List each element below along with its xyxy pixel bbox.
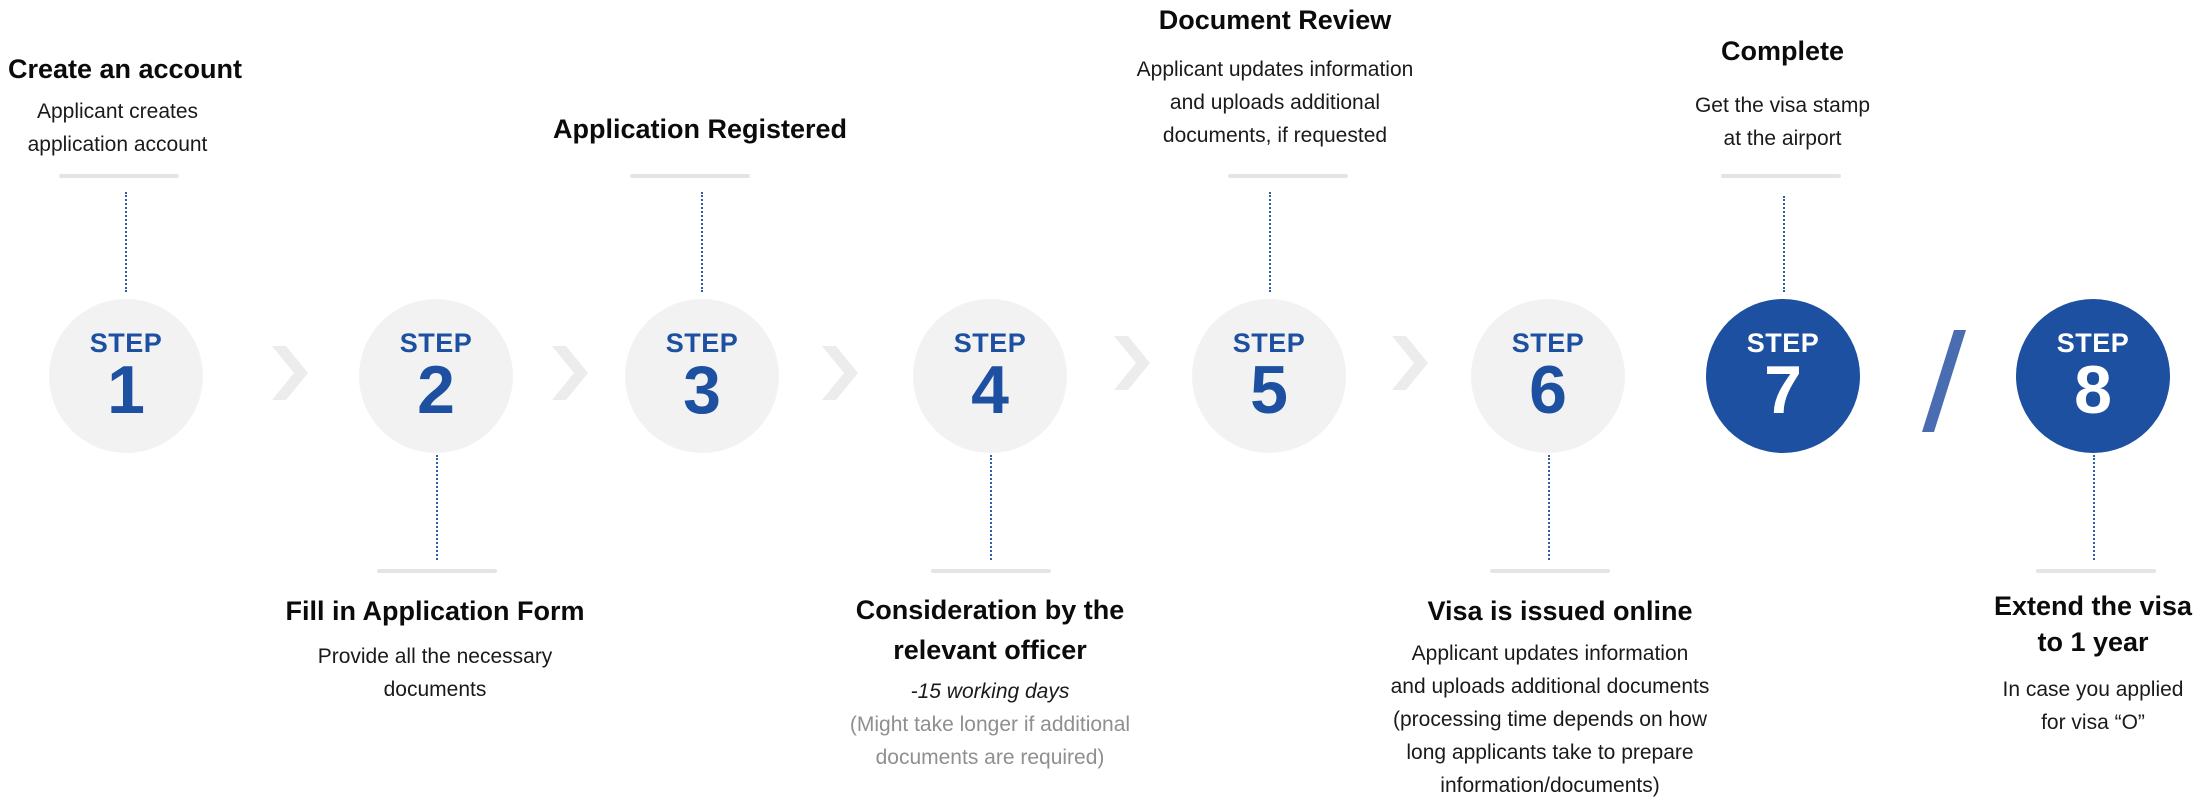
step-number: 1 bbox=[107, 352, 145, 428]
step-5-description-line: Applicant updates information bbox=[1136, 58, 1414, 81]
step-circle-8: STEP 8 bbox=[2016, 299, 2170, 453]
step-number: 3 bbox=[683, 352, 721, 428]
step-circle-2: STEP 2 bbox=[359, 299, 513, 453]
connector-bar-step-6 bbox=[1490, 569, 1610, 573]
chevron-right-icon bbox=[1114, 336, 1150, 390]
step-7-description-line: at the airport bbox=[1723, 127, 1842, 150]
step-1-title: Create an account bbox=[7, 54, 243, 84]
chevron-right-icon bbox=[272, 346, 308, 400]
step-number: 7 bbox=[1764, 352, 1802, 428]
step-8-description-line: for visa “O” bbox=[2041, 711, 2145, 734]
connector-bar-step-5 bbox=[1228, 174, 1348, 178]
step-circle-7: STEP 7 bbox=[1706, 299, 1860, 453]
connector-line-step-3 bbox=[701, 192, 703, 292]
step-5-description: Applicant updates information and upload… bbox=[1105, 53, 1445, 152]
step-6-description: Applicant updates information and upload… bbox=[1370, 637, 1730, 802]
connector-bar-step-7 bbox=[1721, 174, 1841, 178]
step-2-description-line: Provide all the necessary bbox=[317, 645, 553, 668]
step-number: 2 bbox=[417, 352, 455, 428]
step-1-description-line: application account bbox=[27, 133, 208, 156]
step-2-description: Provide all the necessary documents bbox=[290, 640, 580, 706]
chevron-right-icon bbox=[552, 346, 588, 400]
connector-bar-step-2 bbox=[377, 569, 497, 573]
step-5-title: Document Review bbox=[1158, 5, 1392, 35]
step-3-title: Application Registered bbox=[552, 114, 848, 144]
step-4-note-line: (Might take longer if additional bbox=[849, 713, 1131, 736]
step-number: 6 bbox=[1529, 352, 1567, 428]
step-4-note: (Might take longer if additional documen… bbox=[820, 708, 1160, 774]
step-8-title-line: Extend the visa bbox=[1993, 591, 2193, 621]
step-4-title: Consideration by the relevant officer bbox=[840, 590, 1140, 670]
step-6-description-line: and uploads additional documents bbox=[1390, 675, 1710, 698]
step-7-description: Get the visa stamp at the airport bbox=[1660, 89, 1905, 155]
step-5-description-line: and uploads additional bbox=[1169, 91, 1381, 114]
step-8-description: In case you applied for visa “O” bbox=[1985, 673, 2201, 739]
connector-line-step-1 bbox=[125, 192, 127, 292]
chevron-right-icon bbox=[822, 346, 858, 400]
step-6-description-line: Applicant updates information bbox=[1411, 642, 1689, 665]
connector-line-step-8 bbox=[2093, 455, 2095, 560]
step-8-title: Extend the visa to 1 year bbox=[1980, 588, 2206, 660]
step-6-title: Visa is issued online bbox=[1427, 596, 1693, 626]
step-4-note-line: documents are required) bbox=[875, 746, 1105, 769]
step-number: 4 bbox=[971, 352, 1009, 428]
step-8-title-line: to 1 year bbox=[2037, 627, 2149, 657]
step-6-description-line: (processing time depends on how bbox=[1392, 708, 1707, 731]
step-7-description-line: Get the visa stamp bbox=[1694, 94, 1871, 117]
connector-bar-step-1 bbox=[59, 174, 179, 178]
step-7-title: Complete bbox=[1720, 36, 1845, 66]
step-6-description-line: information/documents) bbox=[1440, 774, 1660, 797]
step-circle-4: STEP 4 bbox=[913, 299, 1067, 453]
connector-bar-step-4 bbox=[931, 569, 1051, 573]
step-4-title-line: Consideration by the bbox=[855, 595, 1125, 625]
step-1-description-line: Applicant creates bbox=[36, 100, 199, 123]
connector-line-step-2 bbox=[436, 455, 438, 560]
connector-bar-step-8 bbox=[2036, 569, 2156, 573]
step-2-title: Fill in Application Form bbox=[285, 596, 585, 626]
step-2-description-line: documents bbox=[383, 678, 487, 701]
step-circle-6: STEP 6 bbox=[1471, 299, 1625, 453]
connector-line-step-4 bbox=[990, 455, 992, 560]
step-4-duration: -15 working days bbox=[910, 680, 1070, 703]
step-4-title-line: relevant officer bbox=[893, 635, 1087, 665]
slash-icon bbox=[1922, 330, 1966, 432]
step-number: 5 bbox=[1250, 352, 1288, 428]
connector-line-step-5 bbox=[1269, 192, 1271, 292]
connector-line-step-7 bbox=[1783, 196, 1785, 292]
step-1-description: Applicant creates application account bbox=[0, 95, 235, 161]
connector-line-step-6 bbox=[1548, 455, 1550, 560]
step-6-description-line: long applicants take to prepare bbox=[1406, 741, 1694, 764]
step-circle-3: STEP 3 bbox=[625, 299, 779, 453]
step-8-description-line: In case you applied bbox=[2002, 678, 2184, 701]
chevron-right-icon bbox=[1392, 336, 1428, 390]
step-circle-5: STEP 5 bbox=[1192, 299, 1346, 453]
step-number: 8 bbox=[2074, 352, 2112, 428]
step-5-description-line: documents, if requested bbox=[1162, 124, 1388, 147]
connector-bar-step-3 bbox=[630, 174, 750, 178]
step-circle-1: STEP 1 bbox=[49, 299, 203, 453]
